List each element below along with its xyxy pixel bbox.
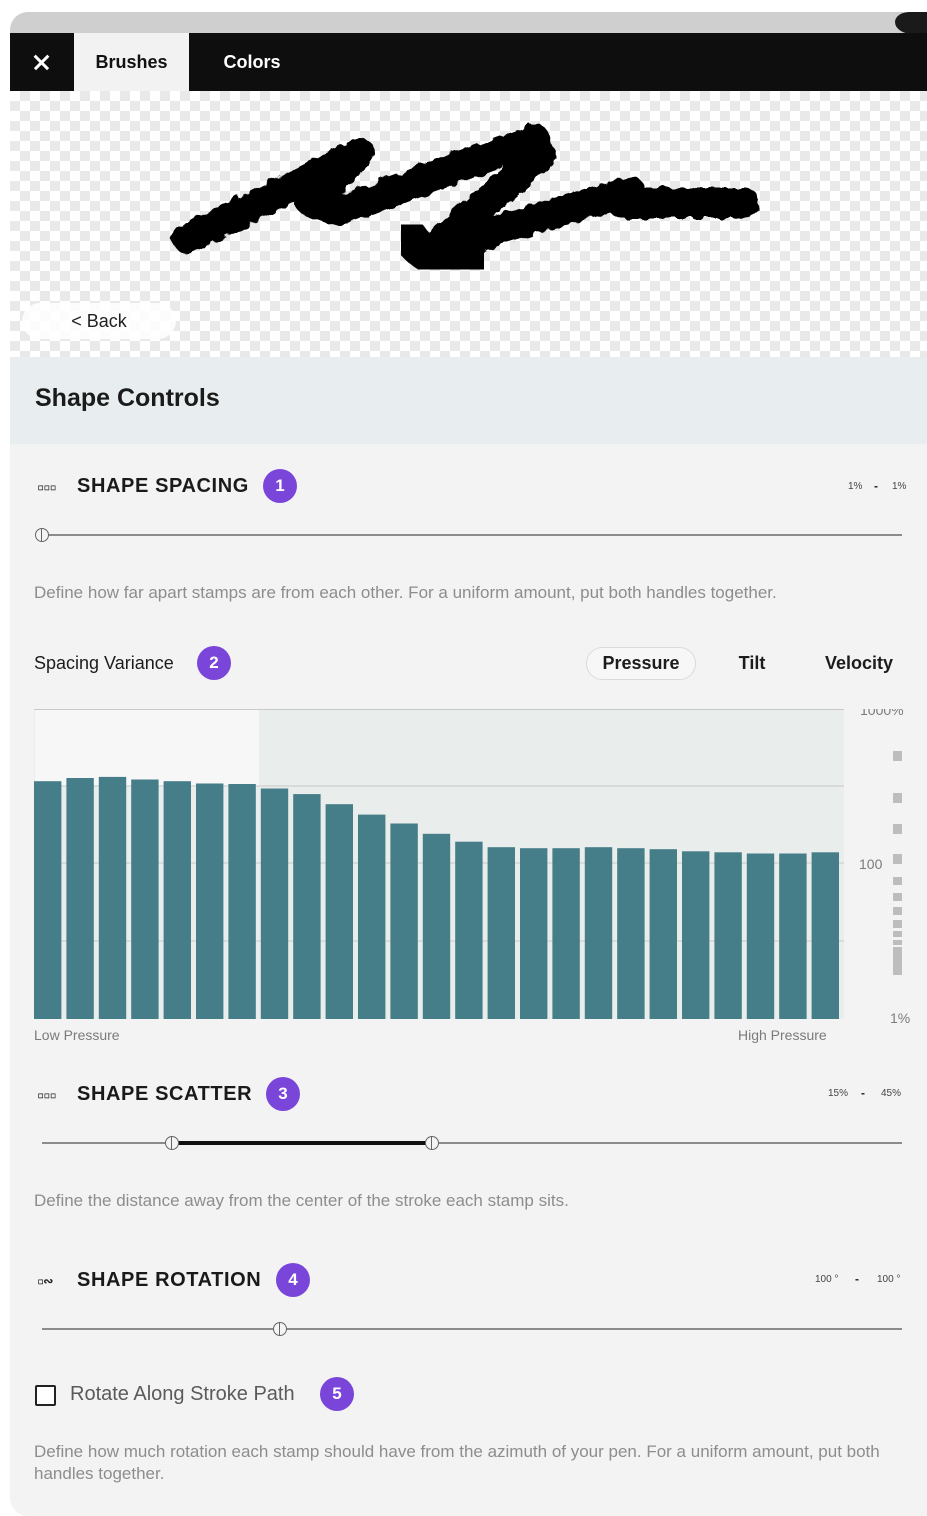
ytick-mid: 100 <box>859 856 883 872</box>
chart-bar[interactable] <box>131 779 159 1020</box>
y-scale-markers <box>893 751 902 975</box>
shape-rotation-title: SHAPE ROTATION <box>77 1269 262 1291</box>
chart-bar[interactable] <box>455 841 483 1019</box>
chart-bar[interactable] <box>649 849 677 1019</box>
spacing-range-min: 1% <box>848 481 863 492</box>
chart-bar[interactable] <box>714 852 742 1019</box>
spacing-range-sep: - <box>874 479 878 493</box>
spacing-slider-handle[interactable] <box>35 528 49 542</box>
ytick-max: 1000% <box>860 709 904 718</box>
chart-bar[interactable] <box>682 851 710 1019</box>
spacing-icon: ▫▫▫ <box>37 480 57 494</box>
chart-bar[interactable] <box>260 788 289 1020</box>
rotation-description: Define how much rotation each stamp shou… <box>34 1442 880 1483</box>
tab-brushes[interactable]: Brushes <box>74 33 189 91</box>
chart-bar[interactable] <box>325 804 353 1019</box>
chart-bar[interactable] <box>358 814 386 1019</box>
x-label-low: Low Pressure <box>34 1027 120 1043</box>
badge-5: 5 <box>320 1377 354 1411</box>
badge-4: 4 <box>276 1263 310 1297</box>
chart-bar[interactable] <box>422 833 451 1019</box>
scatter-slider-range[interactable] <box>172 1141 432 1145</box>
x-label-high: High Pressure <box>738 1027 827 1043</box>
scatter-range-sep: - <box>861 1086 865 1100</box>
rotate-along-path-checkbox[interactable] <box>35 1385 56 1406</box>
mode-pressure-button[interactable]: Pressure <box>586 647 696 680</box>
shape-scatter-title: SHAPE SCATTER <box>77 1083 253 1105</box>
spacing-description: Define how far apart stamps are from eac… <box>34 583 777 602</box>
rotation-range-sep: - <box>855 1272 859 1286</box>
header-bar: Brushes Colors <box>10 33 927 91</box>
brush-settings-panel: Brushes Colors < Back Shape Controls ▫▫▫… <box>10 12 927 1516</box>
chart-bar[interactable] <box>746 853 775 1020</box>
section-header: Shape Controls <box>10 357 927 444</box>
chart-bar[interactable] <box>293 794 321 1019</box>
spacing-range-max: 1% <box>892 481 907 492</box>
chart-bar[interactable] <box>584 847 613 1019</box>
rotate-along-path-label[interactable]: Rotate Along Stroke Path <box>70 1383 295 1406</box>
shape-spacing-title: SHAPE SPACING <box>77 475 249 497</box>
rotation-slider-track[interactable] <box>42 1328 902 1330</box>
chart-bar[interactable] <box>520 848 548 1019</box>
section-title: Shape Controls <box>35 384 220 412</box>
badge-1: 1 <box>263 469 297 503</box>
rotation-slider-handle[interactable] <box>273 1322 287 1336</box>
scatter-range-min: 15% <box>828 1088 849 1099</box>
badge-2: 2 <box>197 646 231 680</box>
chart-bar[interactable] <box>228 784 256 1019</box>
chart-bar[interactable] <box>34 781 62 1019</box>
spacing-slider-track[interactable] <box>42 534 902 536</box>
scatter-range-max: 45% <box>881 1088 902 1099</box>
chart-bar[interactable] <box>552 848 580 1019</box>
chart-highlight-region <box>35 710 259 786</box>
window-edge <box>10 12 927 33</box>
chart-bar[interactable] <box>98 776 127 1019</box>
mode-tilt-button[interactable]: Tilt <box>722 647 782 680</box>
scatter-description: Define the distance away from the center… <box>34 1191 569 1210</box>
scatter-slider-handle-low[interactable] <box>165 1136 179 1150</box>
corner-ink-blot <box>895 12 927 34</box>
chart-bar[interactable] <box>779 853 807 1020</box>
spacing-variance-chart[interactable]: 1000% 100 1% <box>34 709 927 1039</box>
tab-colors[interactable]: Colors <box>189 33 315 91</box>
scatter-slider-handle-high[interactable] <box>425 1136 439 1150</box>
chart-bar[interactable] <box>163 781 191 1019</box>
chart-bar[interactable] <box>196 783 224 1020</box>
badge-3: 3 <box>266 1077 300 1111</box>
spacing-variance-label: Spacing Variance <box>34 653 174 673</box>
chart-bar[interactable] <box>811 852 839 1019</box>
chart-bar[interactable] <box>487 847 515 1019</box>
scatter-icon: ▫▫▫ <box>37 1088 57 1102</box>
rotation-icon: ▫∾ <box>37 1274 53 1288</box>
chart-bar[interactable] <box>66 778 94 1019</box>
back-button[interactable]: < Back <box>22 303 176 339</box>
ytick-min: 1% <box>890 1010 910 1026</box>
brush-preview: < Back <box>10 91 927 357</box>
chart-bar[interactable] <box>617 848 645 1019</box>
mode-velocity-button[interactable]: Velocity <box>810 647 908 680</box>
rotation-range-max: 100 ° <box>877 1274 901 1285</box>
chart-bar[interactable] <box>390 823 418 1020</box>
rotation-range-min: 100 ° <box>815 1274 839 1285</box>
close-icon[interactable] <box>10 33 74 91</box>
